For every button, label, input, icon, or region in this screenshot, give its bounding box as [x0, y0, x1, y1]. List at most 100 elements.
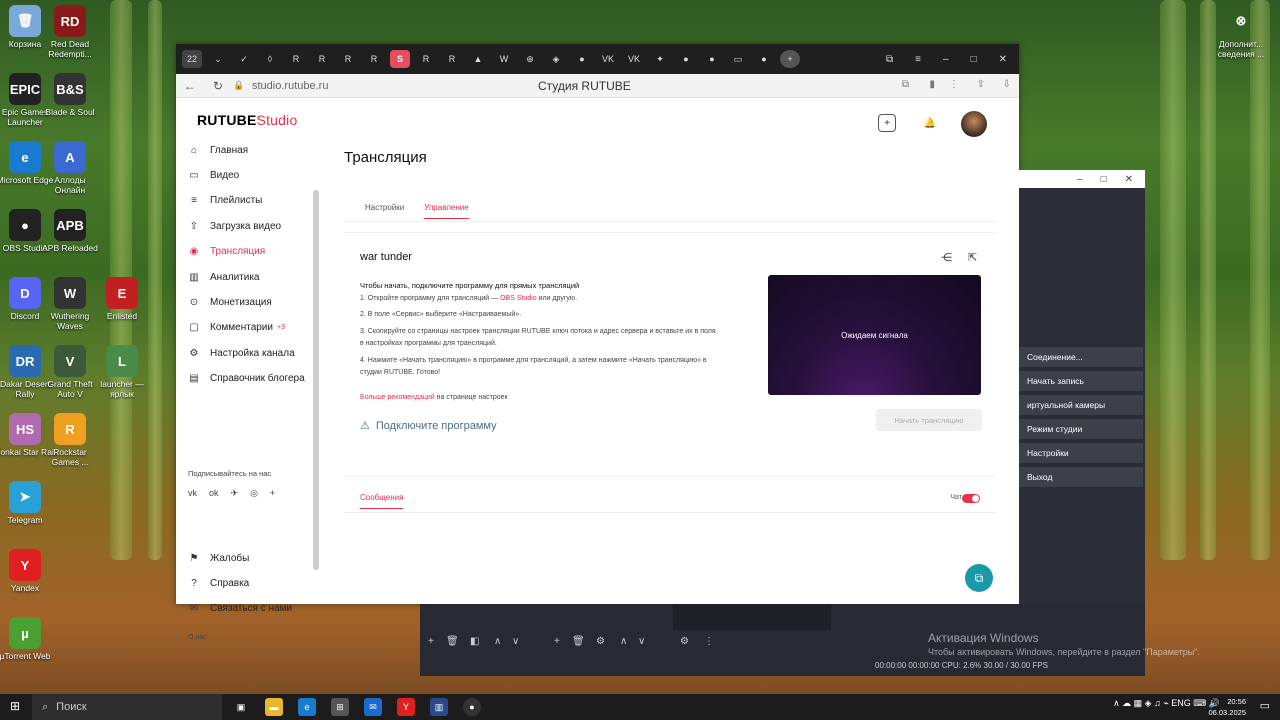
rutube-logo[interactable]: RUTUBEStudio — [197, 112, 297, 128]
add-icon[interactable]: + — [428, 636, 434, 647]
open-external-icon[interactable]: ⇱ — [968, 251, 977, 264]
new-tab-button[interactable]: + — [780, 50, 800, 68]
desktop-icon[interactable]: B&S Blade & Soul — [39, 73, 101, 117]
obs-button[interactable]: Соединение... — [1019, 347, 1143, 367]
share-icon[interactable]: ⋲ — [941, 251, 952, 264]
obs-button[interactable]: Выход — [1019, 467, 1143, 487]
desktop-icon[interactable]: ➤ Telegram — [0, 481, 56, 525]
tab[interactable]: ◊ — [260, 50, 280, 68]
file-explorer-icon[interactable]: ▬ — [265, 698, 283, 716]
tab[interactable]: R — [286, 50, 306, 68]
tab[interactable]: ▭ — [728, 50, 748, 68]
sidebar-item[interactable]: ▭ Видео — [188, 163, 239, 187]
maximize-icon[interactable]: □ — [1101, 174, 1107, 185]
maximize-icon[interactable]: □ — [971, 54, 977, 65]
tab[interactable]: ✓ — [234, 50, 254, 68]
down-icon[interactable]: ∨ — [638, 636, 645, 647]
reload-icon[interactable]: ↻ — [204, 79, 232, 93]
app-icon[interactable]: ▥ — [430, 698, 448, 716]
menu-icon[interactable]: ≡ — [915, 54, 921, 65]
tray-icons[interactable]: ∧ ☁ ▦ ◈ ♫ ⌁ ENG ⌨ 🔊 — [1113, 698, 1220, 709]
add-icon[interactable]: + — [554, 636, 560, 647]
sidebar-item[interactable]: ▤ Справочник блогера — [188, 367, 304, 391]
desktop-icon[interactable]: APB APB Reloaded — [39, 209, 101, 253]
mail-icon[interactable]: ✉ — [364, 698, 382, 716]
gear-icon[interactable]: ⚙ — [680, 636, 689, 647]
start-stream-button[interactable]: Начать трансляцию — [876, 409, 982, 431]
desktop-icon[interactable]: Y Yandex — [0, 549, 56, 593]
more-icon[interactable]: ⋮ — [704, 636, 714, 647]
tab[interactable]: ✦ — [650, 50, 670, 68]
tab[interactable]: ◈ — [546, 50, 566, 68]
tab[interactable]: ● — [754, 50, 774, 68]
tab[interactable]: ▲ — [468, 50, 488, 68]
yandex-browser-icon[interactable]: Y — [397, 698, 415, 716]
close-icon[interactable]: ✕ — [999, 54, 1007, 65]
task-view-icon[interactable]: ▣ — [232, 698, 250, 716]
about-link[interactable]: О нас — [188, 634, 207, 641]
desktop-icon[interactable]: E Enlisted — [91, 277, 153, 321]
download-icon[interactable]: ⇩ — [1003, 79, 1011, 90]
tab[interactable]: ● — [572, 50, 592, 68]
tab-count[interactable]: 22 — [182, 50, 202, 68]
vk-icon[interactable]: vk — [188, 488, 197, 499]
tab[interactable]: VK — [598, 50, 618, 68]
ok-icon[interactable]: ok — [209, 488, 219, 499]
sidebar-item[interactable]: ⇧ Загрузка видео — [188, 214, 281, 238]
tab-settings[interactable]: Настройки — [365, 203, 404, 212]
sidebar-item[interactable]: ▢ Комментарии +3 — [188, 316, 285, 340]
lang-indicator[interactable]: ENG — [1171, 698, 1191, 708]
telegram-icon[interactable]: ✈ — [231, 488, 239, 499]
obs-button[interactable]: Настройки — [1019, 443, 1143, 463]
avatar[interactable] — [961, 111, 987, 137]
tab-menu-icon[interactable]: ⌄ — [208, 50, 228, 68]
filter-icon[interactable]: ◧ — [470, 636, 479, 647]
windows-start-icon[interactable]: ⊞ — [10, 699, 20, 713]
delete-icon[interactable]: 🗑 — [572, 636, 585, 647]
more-icon[interactable]: ⋮ — [949, 79, 959, 90]
sidebar-item[interactable]: ✉ Связаться с нами — [188, 597, 292, 621]
sidebar-item[interactable]: ◉ Трансляция — [188, 240, 266, 264]
tab-management[interactable]: Управление — [424, 203, 469, 219]
collections-icon[interactable]: ⧉ — [886, 54, 893, 65]
obs-taskbar-icon[interactable]: ● — [463, 698, 481, 716]
tab[interactable]: VK — [624, 50, 644, 68]
notifications-icon[interactable]: ▭ — [1260, 699, 1270, 712]
tab-active[interactable]: S — [390, 50, 410, 68]
sidebar-item[interactable]: ⚑ Жалобы — [188, 546, 250, 570]
tab[interactable]: R — [364, 50, 384, 68]
obs-button[interactable]: иртуальной камеры — [1019, 395, 1143, 415]
up-icon[interactable]: ∧ — [494, 636, 501, 647]
tab[interactable]: R — [338, 50, 358, 68]
tab[interactable]: R — [442, 50, 462, 68]
obs-link[interactable]: OBS Studio — [500, 295, 537, 302]
tab[interactable]: R — [416, 50, 436, 68]
close-icon[interactable]: ✕ — [1125, 174, 1133, 185]
sidebar-item[interactable]: ? Справка — [188, 571, 249, 595]
desktop-icon[interactable]: Llauncher — ярлык — [91, 345, 153, 399]
viber-icon[interactable]: ◎ — [250, 488, 258, 499]
gear-icon[interactable]: ⚙ — [596, 636, 605, 647]
chat-toggle[interactable] — [962, 494, 980, 503]
store-icon[interactable]: ⊞ — [331, 698, 349, 716]
obs-button[interactable]: Режим студии — [1019, 419, 1143, 439]
more-social-icon[interactable]: + — [270, 488, 275, 499]
desktop-icon[interactable]: ⊗ Дополнит... сведения ... — [1210, 5, 1272, 59]
tab[interactable]: R — [312, 50, 332, 68]
desktop-icon[interactable]: RD Red Dead Redempti... — [39, 5, 101, 59]
down-icon[interactable]: ∨ — [512, 636, 519, 647]
tab[interactable]: ● — [702, 50, 722, 68]
upload-icon[interactable]: + — [878, 114, 896, 132]
search-box[interactable]: ⌕ Поиск — [32, 694, 222, 720]
support-chat-button[interactable]: ⧉ — [965, 564, 993, 592]
notification-icon[interactable]: 🔔 — [921, 114, 939, 132]
edge-icon[interactable]: e — [298, 698, 316, 716]
tab[interactable]: ⊕ — [520, 50, 540, 68]
sidebar-item[interactable]: ⌂ Главная — [188, 138, 248, 162]
sidebar-item[interactable]: ⊙ Монетизация — [188, 290, 272, 314]
share-page-icon[interactable]: ⇪ — [977, 79, 985, 90]
desktop-icon[interactable]: µ µTorrent Web — [0, 617, 56, 661]
minimize-icon[interactable]: – — [943, 54, 949, 65]
delete-icon[interactable]: 🗑 — [446, 636, 459, 647]
clock[interactable]: 20:56 06.03.2025 — [1208, 696, 1246, 718]
